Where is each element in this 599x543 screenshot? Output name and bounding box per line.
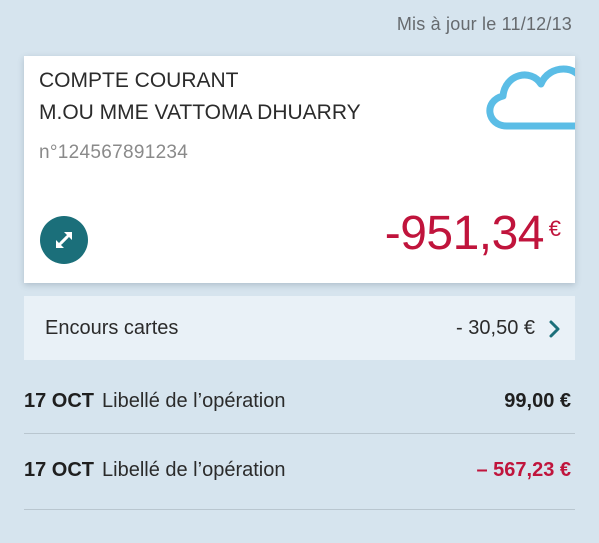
- operation-row[interactable]: 17 OCT Libellé de l’opération – 567,23 €: [24, 445, 575, 501]
- last-updated-text: Mis à jour le 11/12/13: [396, 14, 572, 34]
- operation-amount: 99,00 €: [504, 390, 571, 412]
- operation-amount: – 567,23 €: [476, 459, 571, 481]
- cloud-icon: [486, 65, 575, 130]
- divider: [24, 433, 575, 434]
- operation-row[interactable]: 17 OCT Libellé de l’opération 99,00 €: [24, 376, 575, 432]
- operation-label: Libellé de l’opération: [102, 390, 286, 412]
- transfer-button[interactable]: [40, 216, 88, 264]
- operation-date: 17 OCT: [24, 459, 95, 481]
- encours-label: Encours cartes: [45, 317, 179, 339]
- account-card[interactable]: COMPTE COURANT M.OU MME VATTOMA DHUARRY …: [24, 56, 575, 283]
- account-number: n°124567891234: [39, 142, 189, 163]
- operation-date: 17 OCT: [24, 390, 95, 412]
- account-balance: -951,34: [384, 207, 545, 260]
- account-owner: M.OU MME VATTOMA DHUARRY: [39, 101, 361, 124]
- chevron-right-icon: [549, 320, 560, 338]
- balance-currency: €: [548, 216, 561, 241]
- encours-amount: - 30,50 €: [456, 317, 535, 339]
- transfer-arrows-icon: [56, 232, 72, 248]
- account-type: COMPTE COURANT: [39, 69, 239, 92]
- encours-cartes-row[interactable]: Encours cartes - 30,50 €: [24, 296, 575, 360]
- operation-label: Libellé de l’opération: [102, 459, 286, 481]
- divider: [24, 509, 575, 510]
